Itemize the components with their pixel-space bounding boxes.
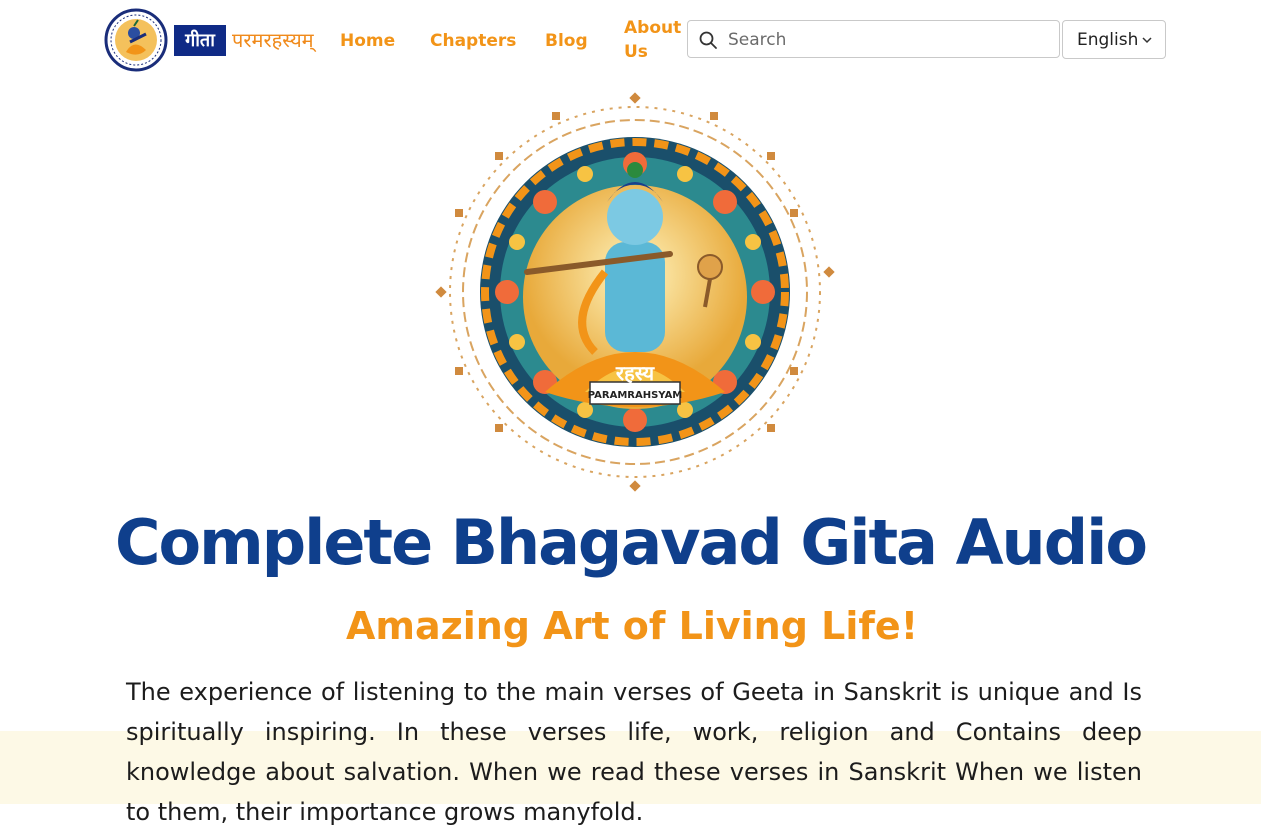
logo-text: परमरहस्यम्: [232, 28, 314, 52]
krishna-logo-icon[interactable]: [104, 8, 168, 72]
chevron-down-icon: [1142, 37, 1152, 44]
page-title: Complete Bhagavad Gita Audio: [115, 506, 1148, 579]
search-icon: [699, 31, 717, 49]
language-label: English: [1077, 30, 1139, 50]
search-box[interactable]: [687, 20, 1060, 58]
nav-blog[interactable]: Blog: [545, 29, 588, 53]
nav-home[interactable]: Home: [340, 29, 395, 53]
krishna-mandala-illustration: PARAMRAHSYAM रहस्य: [435, 92, 835, 492]
page-subtitle: Amazing Art of Living Life!: [345, 604, 919, 648]
intro-paragraph: The experience of listening to the main …: [126, 678, 1142, 826]
badge-script: रहस्य: [615, 361, 656, 385]
language-select[interactable]: English: [1062, 20, 1166, 59]
badge-text: PARAMRAHSYAM: [588, 390, 683, 401]
navbar: गीता परमरहस्यम् Home Chapters Blog About…: [0, 0, 1261, 80]
nav-chapters[interactable]: Chapters: [430, 29, 516, 53]
logo-box: गीता: [174, 25, 226, 56]
nav-about-us[interactable]: About Us: [624, 16, 684, 64]
search-input[interactable]: [726, 25, 1050, 55]
